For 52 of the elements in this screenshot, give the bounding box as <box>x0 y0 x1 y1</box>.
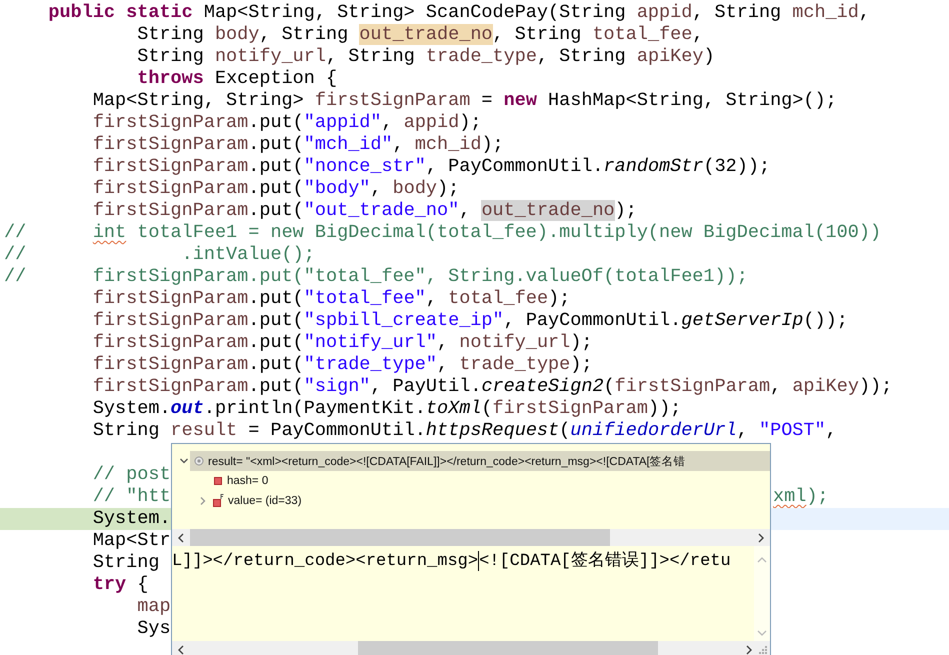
scroll-left-icon[interactable] <box>177 532 185 542</box>
code-line: Map<Str <box>92 530 171 551</box>
square-icon <box>213 476 223 486</box>
tree-row[interactable]: value= (id=33) <box>176 491 770 511</box>
variable-label: hash= 0 <box>227 475 268 487</box>
code-line: String <box>92 552 160 573</box>
code-line: firstSignParam.put("appid", appid); <box>92 112 482 133</box>
code-line: firstSignParam.put("nonce_str", PayCommonUtil.randomStr(32)); <box>92 156 770 177</box>
code-line: firstSignParam.put("trade_type", trade_type); <box>92 354 592 375</box>
code-line: firstSignParam.put("out_trade_no", out_trade_no); <box>92 200 637 221</box>
code-line: firstSignParam.put("notify_url", notify_url); <box>92 332 592 353</box>
horizontal-scrollbar[interactable] <box>172 529 770 546</box>
code-line: firstSignParam.put("total_fee", total_fee); <box>92 288 570 309</box>
code-line: firstSignParam.put("mch_id", mch_id); <box>92 134 504 155</box>
resize-grip-icon[interactable] <box>758 644 768 654</box>
code-line: map <box>137 596 171 617</box>
horizontal-scrollbar[interactable] <box>172 641 770 655</box>
code-line: Sys <box>137 618 171 639</box>
scroll-left-icon[interactable] <box>177 644 185 654</box>
variable-label: value= (id=33) <box>228 495 302 507</box>
vertical-scrollbar[interactable] <box>754 546 770 641</box>
scroll-right-icon[interactable] <box>745 644 753 654</box>
scroll-down-icon[interactable] <box>757 629 767 637</box>
chevron-right-icon[interactable] <box>198 496 208 506</box>
code-fragment: xml); <box>773 486 829 508</box>
code-line: public static Map<String, String> ScanCodePay(String appid, String mch_id, <box>48 2 870 23</box>
code-line: firstSignParam.put("sign", PayUtil.createSign2(firstSignParam, apiKey)); <box>92 376 892 397</box>
code-line: // firstSignParam.put("total_fee", String.valueOf(totalFee1)); <box>4 266 748 287</box>
code-line: String notify_url, String trade_type, String apiKey) <box>137 46 715 67</box>
scrollbar-thumb[interactable] <box>190 529 610 546</box>
circle-icon <box>194 456 204 466</box>
code-line: // .intValue(); <box>4 244 315 265</box>
tree-row[interactable]: hash= 0 <box>176 471 770 491</box>
code-line: try { <box>92 574 148 595</box>
variable-label: result= "<xml><return_code><![CDATA[FAIL]]></return_code><return_msg><![CDATA[签名错 <box>208 454 686 468</box>
code-line: String result = PayCommonUtil.httpsRequest(unifiedorderUrl, "POST", <box>92 420 837 441</box>
code-line: // "htt <box>92 486 171 507</box>
code-line: firstSignParam.put("spbill_create_ip", PayCommonUtil.getServerIp()); <box>92 310 848 331</box>
code-line: firstSignParam.put("body", body); <box>92 178 460 199</box>
code-line: Map<String, String> firstSignParam = new HashMap<String, String>(); <box>92 90 837 111</box>
code-line: System.out.println(PaymentKit.toXml(firstSignParam)); <box>92 398 682 419</box>
scroll-right-icon[interactable] <box>757 532 765 542</box>
code-line: // int totalFee1 = new BigDecimal(total_fee).multiply(new BigDecimal(100)) <box>4 222 882 243</box>
code-line: String body, String out_trade_no, String total_fee, <box>137 24 704 45</box>
scroll-up-icon[interactable] <box>757 556 767 564</box>
code-line: throws Exception { <box>137 68 338 89</box>
scrollbar-thumb[interactable] <box>358 641 658 655</box>
code-line: // post <box>92 464 171 485</box>
square-flag-icon <box>213 494 224 508</box>
chevron-down-icon[interactable] <box>179 456 189 466</box>
value-detail-field[interactable]: L]]></return_code><return_msg><![CDATA[签名错误]]></retu <box>172 546 754 641</box>
code-line: System. <box>92 508 171 529</box>
